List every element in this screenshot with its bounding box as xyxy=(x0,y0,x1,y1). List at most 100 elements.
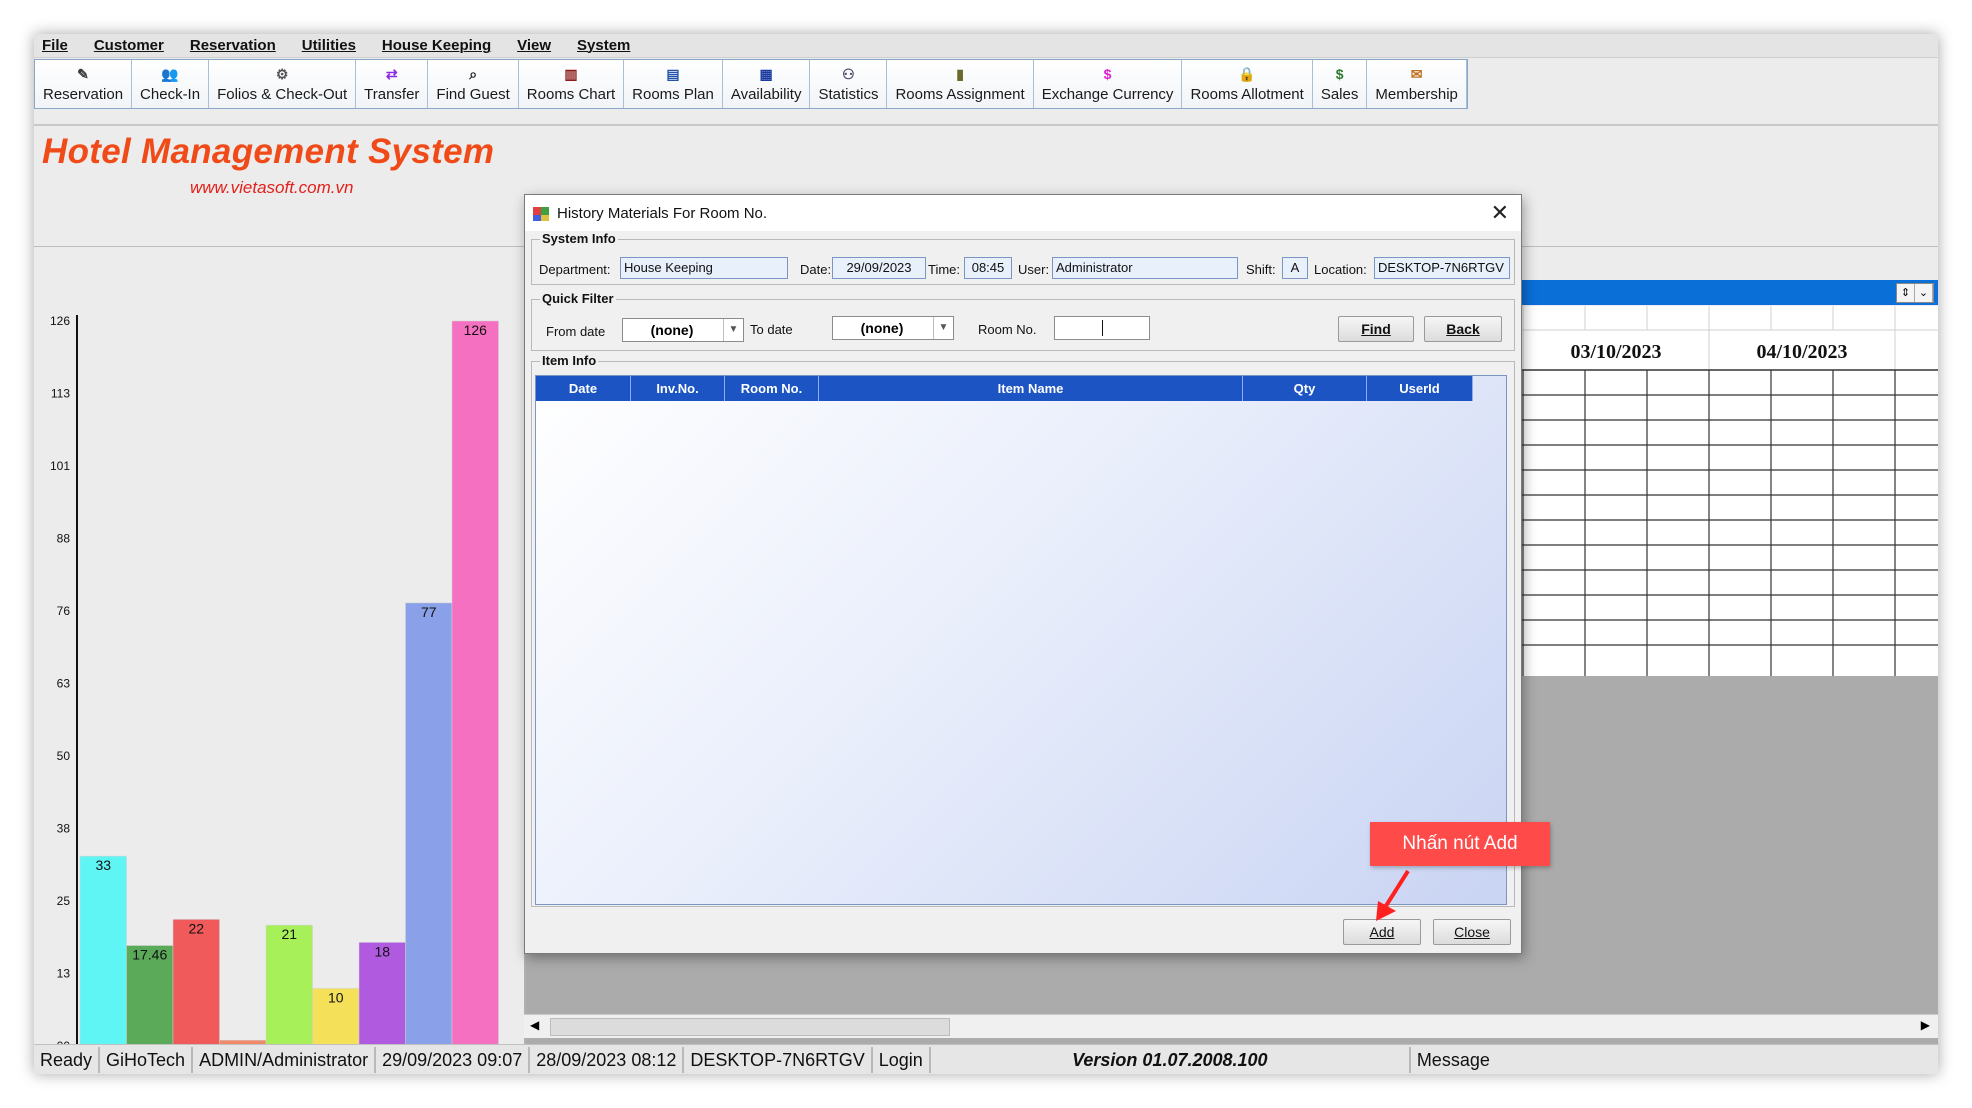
text-cursor xyxy=(1102,320,1103,336)
bar-avai xyxy=(405,602,453,1047)
toolbar-label: Check-In xyxy=(140,86,201,103)
toolbar-label: Availability xyxy=(730,86,802,103)
col-room-no[interactable]: Room No. xyxy=(725,376,819,401)
col-userid[interactable]: UserId xyxy=(1367,376,1473,401)
rooms-chart-icon: ▥ xyxy=(564,65,578,82)
toolbar-label: Rooms Allotment xyxy=(1190,86,1304,103)
status-user: ADMIN/Administrator xyxy=(193,1046,377,1073)
statistics-icon: ⚇ xyxy=(842,65,855,82)
occupancy-chart: 001325385063768810111312633Bk/Rm17.46Occ… xyxy=(34,274,524,1074)
y-tick-label: 13 xyxy=(57,967,71,981)
menu-bar: File Customer Reservation Utilities Hous… xyxy=(34,34,1938,58)
department-field: House Keeping xyxy=(620,257,788,279)
transfer-icon: ⇄ xyxy=(385,65,398,82)
toolbar-statistics-button[interactable]: ⚇ Statistics xyxy=(810,60,888,108)
col-date[interactable]: Date xyxy=(536,376,631,401)
toolbar-folios-check-out-button[interactable]: ⚙ Folios & Check-Out xyxy=(209,60,357,108)
horizontal-scrollbar[interactable]: ◀ ▶ xyxy=(524,1014,1938,1038)
col-item-name[interactable]: Item Name xyxy=(819,376,1243,401)
status-ready: Ready xyxy=(34,1046,101,1073)
app-window: File Customer Reservation Utilities Hous… xyxy=(34,34,1938,1074)
money-bag-icon: $ xyxy=(1335,66,1344,82)
table-header: Date Inv.No. Room No. Item Name Qty User… xyxy=(536,376,1473,401)
instruction-callout: Nhấn nút Add xyxy=(1370,822,1550,866)
toolbar-transfer-button[interactable]: ⇄ Transfer xyxy=(356,60,429,108)
user-label: User: xyxy=(1018,262,1050,277)
toolbar-rooms-plan-button[interactable]: ▤ Rooms Plan xyxy=(624,60,723,108)
status-current-datetime: 29/09/2023 09:07 xyxy=(376,1046,531,1073)
toolbar-label: Find Guest xyxy=(436,86,510,103)
menu-system[interactable]: System xyxy=(577,37,630,54)
y-tick-label: 126 xyxy=(50,314,70,328)
chevron-down-icon[interactable]: ⌄ xyxy=(1915,284,1933,302)
y-tick-label: 50 xyxy=(57,749,71,763)
toolbar-sales-button[interactable]: $ Sales xyxy=(1312,60,1368,108)
time-field: 08:45 xyxy=(964,257,1012,279)
col-inv-no[interactable]: Inv.No. xyxy=(631,376,725,401)
find-button[interactable]: Find xyxy=(1338,316,1414,342)
status-message: Message xyxy=(1416,1049,1490,1070)
dialog-title: History Materials For Room No. xyxy=(557,204,768,222)
toolbar-label: Rooms Chart xyxy=(526,86,616,103)
bar-bk-rm xyxy=(79,855,127,1047)
toolbar-find-guest-button[interactable]: ⌕ Find Guest xyxy=(428,60,519,108)
arrow-icon xyxy=(1376,869,1410,921)
back-button[interactable]: Back xyxy=(1424,316,1502,342)
grid-selector-bar[interactable] xyxy=(1489,280,1938,305)
col-qty[interactable]: Qty xyxy=(1243,376,1367,401)
pen-icon: ✎ xyxy=(77,65,89,82)
toolbar-rooms-assignment-button[interactable]: ▮ Rooms Assignment xyxy=(887,60,1034,108)
menu-customer[interactable]: Customer xyxy=(94,37,164,54)
toolbar-membership-button[interactable]: ✉ Membership xyxy=(1367,60,1467,108)
toolbar-label: Sales xyxy=(1320,86,1359,103)
room-no-label: Room No. xyxy=(978,322,1037,337)
chevron-down-icon[interactable]: ▼ xyxy=(933,317,953,339)
toolbar-availability-button[interactable]: ▦ Availability xyxy=(722,60,811,108)
quick-filter-legend: Quick Filter xyxy=(540,291,616,306)
bar-rmno xyxy=(451,320,499,1047)
bar-exp-oc xyxy=(265,924,313,1047)
toolbar-rooms-chart-button[interactable]: ▥ Rooms Chart xyxy=(518,60,625,108)
toolbar-label: Exchange Currency xyxy=(1041,86,1174,103)
membership-icon: ✉ xyxy=(1410,65,1423,82)
grid-spinner[interactable]: ⇕ ⌄ xyxy=(1896,283,1934,303)
scroll-thumb[interactable] xyxy=(550,1018,950,1036)
availability-icon: ▦ xyxy=(759,65,773,82)
brand-title: Hotel Management System xyxy=(42,132,495,171)
bar-value-label: 77 xyxy=(421,604,437,620)
scroll-right-icon[interactable]: ▶ xyxy=(1921,1018,1930,1032)
toolbar-rooms-allotment-button[interactable]: 🔒 Rooms Allotment xyxy=(1182,60,1313,108)
menu-reservation[interactable]: Reservation xyxy=(190,37,276,54)
department-label: Department: xyxy=(539,262,611,277)
toolbar-label: Statistics xyxy=(818,86,879,103)
close-icon[interactable]: ✕ xyxy=(1491,200,1509,226)
status-login: Login xyxy=(873,1046,931,1073)
room-availability-grid[interactable]: 03/10/2023 04/10/2023 xyxy=(1489,306,1938,676)
menu-house-keeping[interactable]: House Keeping xyxy=(382,37,491,54)
close-button[interactable]: Close xyxy=(1433,919,1511,945)
menu-file[interactable]: File xyxy=(42,37,68,54)
toolbar-exchange-currency-button[interactable]: $ Exchange Currency xyxy=(1033,60,1183,108)
spin-up-down-icon[interactable]: ⇕ xyxy=(1897,284,1915,302)
rooms-plan-icon: ▤ xyxy=(666,65,680,82)
toolbar-reservation-button[interactable]: ✎ Reservation xyxy=(35,60,133,108)
chevron-down-icon[interactable]: ▼ xyxy=(723,319,743,341)
binoculars-icon: ⌕ xyxy=(469,65,478,82)
to-date-picker[interactable]: (none) ▼ xyxy=(832,316,954,340)
dialog-titlebar: History Materials For Room No. ✕ xyxy=(525,195,1521,231)
y-tick-label: 101 xyxy=(50,459,70,473)
y-tick-label: 88 xyxy=(57,532,71,546)
date-label: Date: xyxy=(800,262,832,277)
item-history-table[interactable]: Date Inv.No. Room No. Item Name Qty User… xyxy=(535,375,1507,905)
y-tick-label: 113 xyxy=(51,387,70,401)
menu-utilities[interactable]: Utilities xyxy=(302,37,356,54)
lock-icon: 🔒 xyxy=(1238,65,1256,82)
bar-value-label: 21 xyxy=(281,926,297,942)
menu-view[interactable]: View xyxy=(517,37,551,54)
toolbar-check-in-button[interactable]: 👥 Check-In xyxy=(132,60,210,108)
toolbar-label: Transfer xyxy=(364,86,420,103)
toolbar-label: Rooms Plan xyxy=(632,86,714,103)
scroll-left-icon[interactable]: ◀ xyxy=(530,1018,539,1032)
status-bar: Ready GiHoTech ADMIN/Administrator 29/09… xyxy=(34,1044,1938,1074)
from-date-picker[interactable]: (none) ▼ xyxy=(622,318,744,342)
